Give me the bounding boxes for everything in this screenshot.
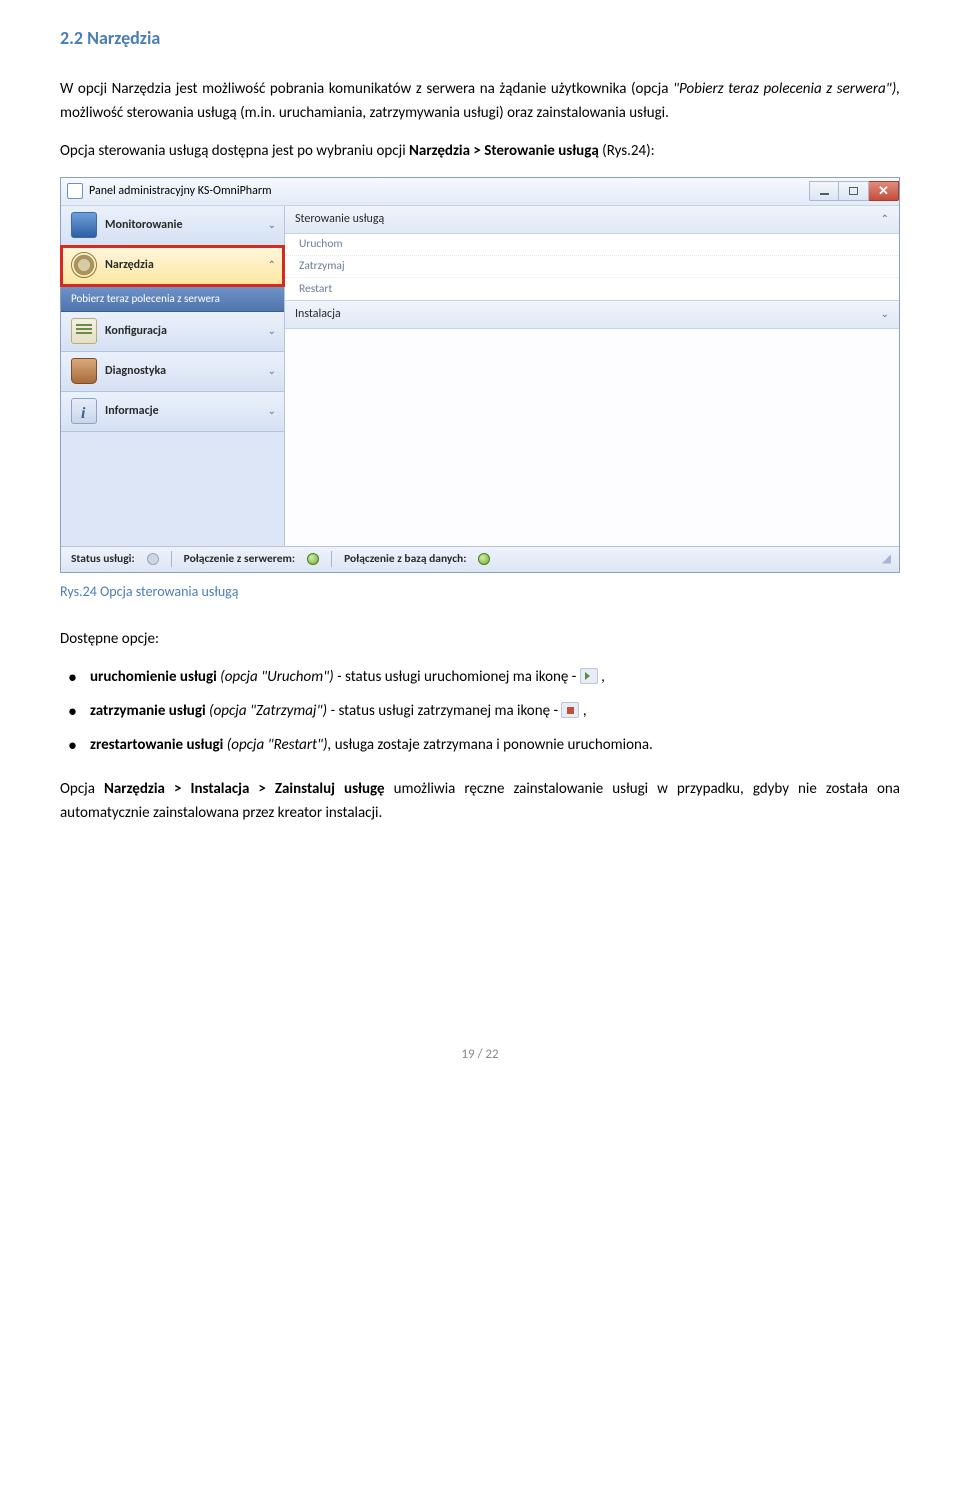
sidebar: Monitorowanie ⌄ Narzędzia ⌃ Pobierz tera… [61, 206, 285, 546]
text-italic: (opcja "Uruchom") - [220, 668, 345, 686]
titlebar-left: Panel administracyjny KS-OmniPharm [67, 182, 272, 201]
app-body: Monitorowanie ⌄ Narzędzia ⌃ Pobierz tera… [61, 206, 899, 546]
text-bold: zrestartowanie usługi [90, 736, 227, 754]
app-icon [67, 183, 83, 199]
panel-header-install[interactable]: Instalacja ⌄ [285, 301, 899, 329]
chevron-down-icon: ⌄ [268, 363, 276, 379]
chevron-down-icon: ⌄ [268, 403, 276, 419]
sidebar-label: Diagnostyka [105, 362, 260, 381]
separator [331, 551, 332, 567]
text-italic: (opcja "Zatrzymaj") - [209, 702, 338, 720]
text-bold: zatrzymanie usługi [90, 702, 209, 720]
separator [171, 551, 172, 567]
minimize-button[interactable] [809, 181, 839, 201]
sidebar-label: Narzędzia [105, 256, 260, 275]
section-heading: 2.2 Narzędzia [60, 24, 900, 53]
titlebar: Panel administracyjny KS-OmniPharm ✕ [61, 178, 899, 206]
text: , [583, 702, 587, 720]
toolbox-icon [71, 358, 97, 384]
panel-title: Sterowanie usługą [295, 210, 384, 229]
status-label-service: Status usługi: [71, 550, 135, 568]
text-italic: (opcja "Restart"), [227, 736, 335, 754]
text: , [601, 668, 605, 686]
text: Opcja [60, 780, 104, 798]
close-icon: ✕ [878, 185, 889, 198]
play-icon [580, 668, 598, 684]
options-list: uruchomienie usługi (opcja "Uruchom") - … [60, 665, 900, 757]
text: status usługi uruchomionej ma ikonę - [345, 668, 580, 686]
chevron-down-icon: ⌄ [268, 323, 276, 339]
panel-items: Uruchom Zatrzymaj Restart [285, 234, 899, 301]
list-item: zrestartowanie usługi (opcja "Restart"),… [60, 733, 900, 757]
text: Opcja sterowania usługą dostępna jest po… [60, 142, 409, 160]
sidebar-label: Konfiguracja [105, 322, 260, 341]
status-icon-service [147, 553, 159, 565]
status-icon-db [478, 553, 490, 565]
minimize-icon [820, 193, 829, 195]
figure-caption: Rys.24 Opcja sterowania usługą [60, 581, 900, 603]
paragraph-intro: W opcji Narzędzia jest możliwość pobrani… [60, 77, 900, 125]
action-start[interactable]: Uruchom [285, 234, 899, 256]
monitor-icon [71, 212, 97, 238]
chevron-up-icon: ⌃ [881, 211, 889, 227]
list-item: uruchomienie usługi (opcja "Uruchom") - … [60, 665, 900, 689]
panel-title: Instalacja [295, 305, 341, 324]
chevron-up-icon: ⌃ [268, 257, 276, 273]
statusbar: Status usługi: Połączenie z serwerem: Po… [61, 546, 899, 572]
text: możliwość sterowania usługą (m.in. uruch… [60, 104, 669, 122]
status-icon-server [307, 553, 319, 565]
status-label-db: Połączenie z bazą danych: [344, 550, 466, 568]
action-restart[interactable]: Restart [285, 278, 899, 300]
text: W opcji Narzędzia jest możliwość pobrani… [60, 80, 673, 98]
text-bold: Narzędzia > Instalacja > Zainstaluj usłu… [104, 780, 394, 798]
text: (Rys.24): [602, 142, 655, 160]
panel-header-control[interactable]: Sterowanie usługą ⌃ [285, 206, 899, 234]
sidebar-label: Informacje [105, 402, 260, 421]
text-italic: "Pobierz teraz polecenia z serwera"), [673, 80, 900, 98]
sidebar-item-info[interactable]: Informacje ⌄ [61, 392, 284, 432]
chevron-down-icon: ⌄ [268, 217, 276, 233]
status-label-server: Połączenie z serwerem: [184, 550, 295, 568]
sidebar-item-monitor[interactable]: Monitorowanie ⌄ [61, 206, 284, 246]
gear-icon [71, 252, 97, 278]
paragraph-nav: Opcja sterowania usługą dostępna jest po… [60, 139, 900, 163]
sidebar-item-tools[interactable]: Narzędzia ⌃ [61, 246, 284, 286]
sidebar-subitem-fetch[interactable]: Pobierz teraz polecenia z serwera [61, 286, 284, 312]
text-bold: uruchomienie usługi [90, 668, 220, 686]
text-bold: Narzędzia > Sterowanie usługą [409, 142, 599, 160]
app-window: Panel administracyjny KS-OmniPharm ✕ Mon… [60, 177, 900, 573]
sidebar-item-config[interactable]: Konfiguracja ⌄ [61, 312, 284, 352]
text: usługa zostaje zatrzymana i ponownie uru… [335, 736, 653, 754]
sidebar-label: Monitorowanie [105, 216, 260, 235]
content-spacer [285, 329, 899, 546]
maximize-icon [849, 187, 858, 195]
options-intro: Dostępne opcje: [60, 627, 900, 651]
close-button[interactable]: ✕ [869, 181, 899, 201]
info-icon [71, 398, 97, 424]
stop-icon [561, 702, 579, 718]
sidebar-item-diagnostics[interactable]: Diagnostyka ⌄ [61, 352, 284, 392]
page-number: 19 / 22 [60, 1045, 900, 1066]
text: status usługi zatrzymanej ma ikonę - [338, 702, 561, 720]
chevron-down-icon: ⌄ [881, 306, 889, 322]
window-title: Panel administracyjny KS-OmniPharm [89, 182, 272, 201]
list-item: zatrzymanie usługi (opcja "Zatrzymaj") -… [60, 699, 900, 723]
checklist-icon [71, 318, 97, 344]
maximize-button[interactable] [839, 181, 869, 201]
action-stop[interactable]: Zatrzymaj [285, 256, 899, 278]
window-controls: ✕ [809, 181, 899, 201]
paragraph-install: Opcja Narzędzia > Instalacja > Zainstalu… [60, 777, 900, 825]
content-pane: Sterowanie usługą ⌃ Uruchom Zatrzymaj Re… [285, 206, 899, 546]
resize-grip-icon[interactable]: ◢ [882, 550, 889, 569]
